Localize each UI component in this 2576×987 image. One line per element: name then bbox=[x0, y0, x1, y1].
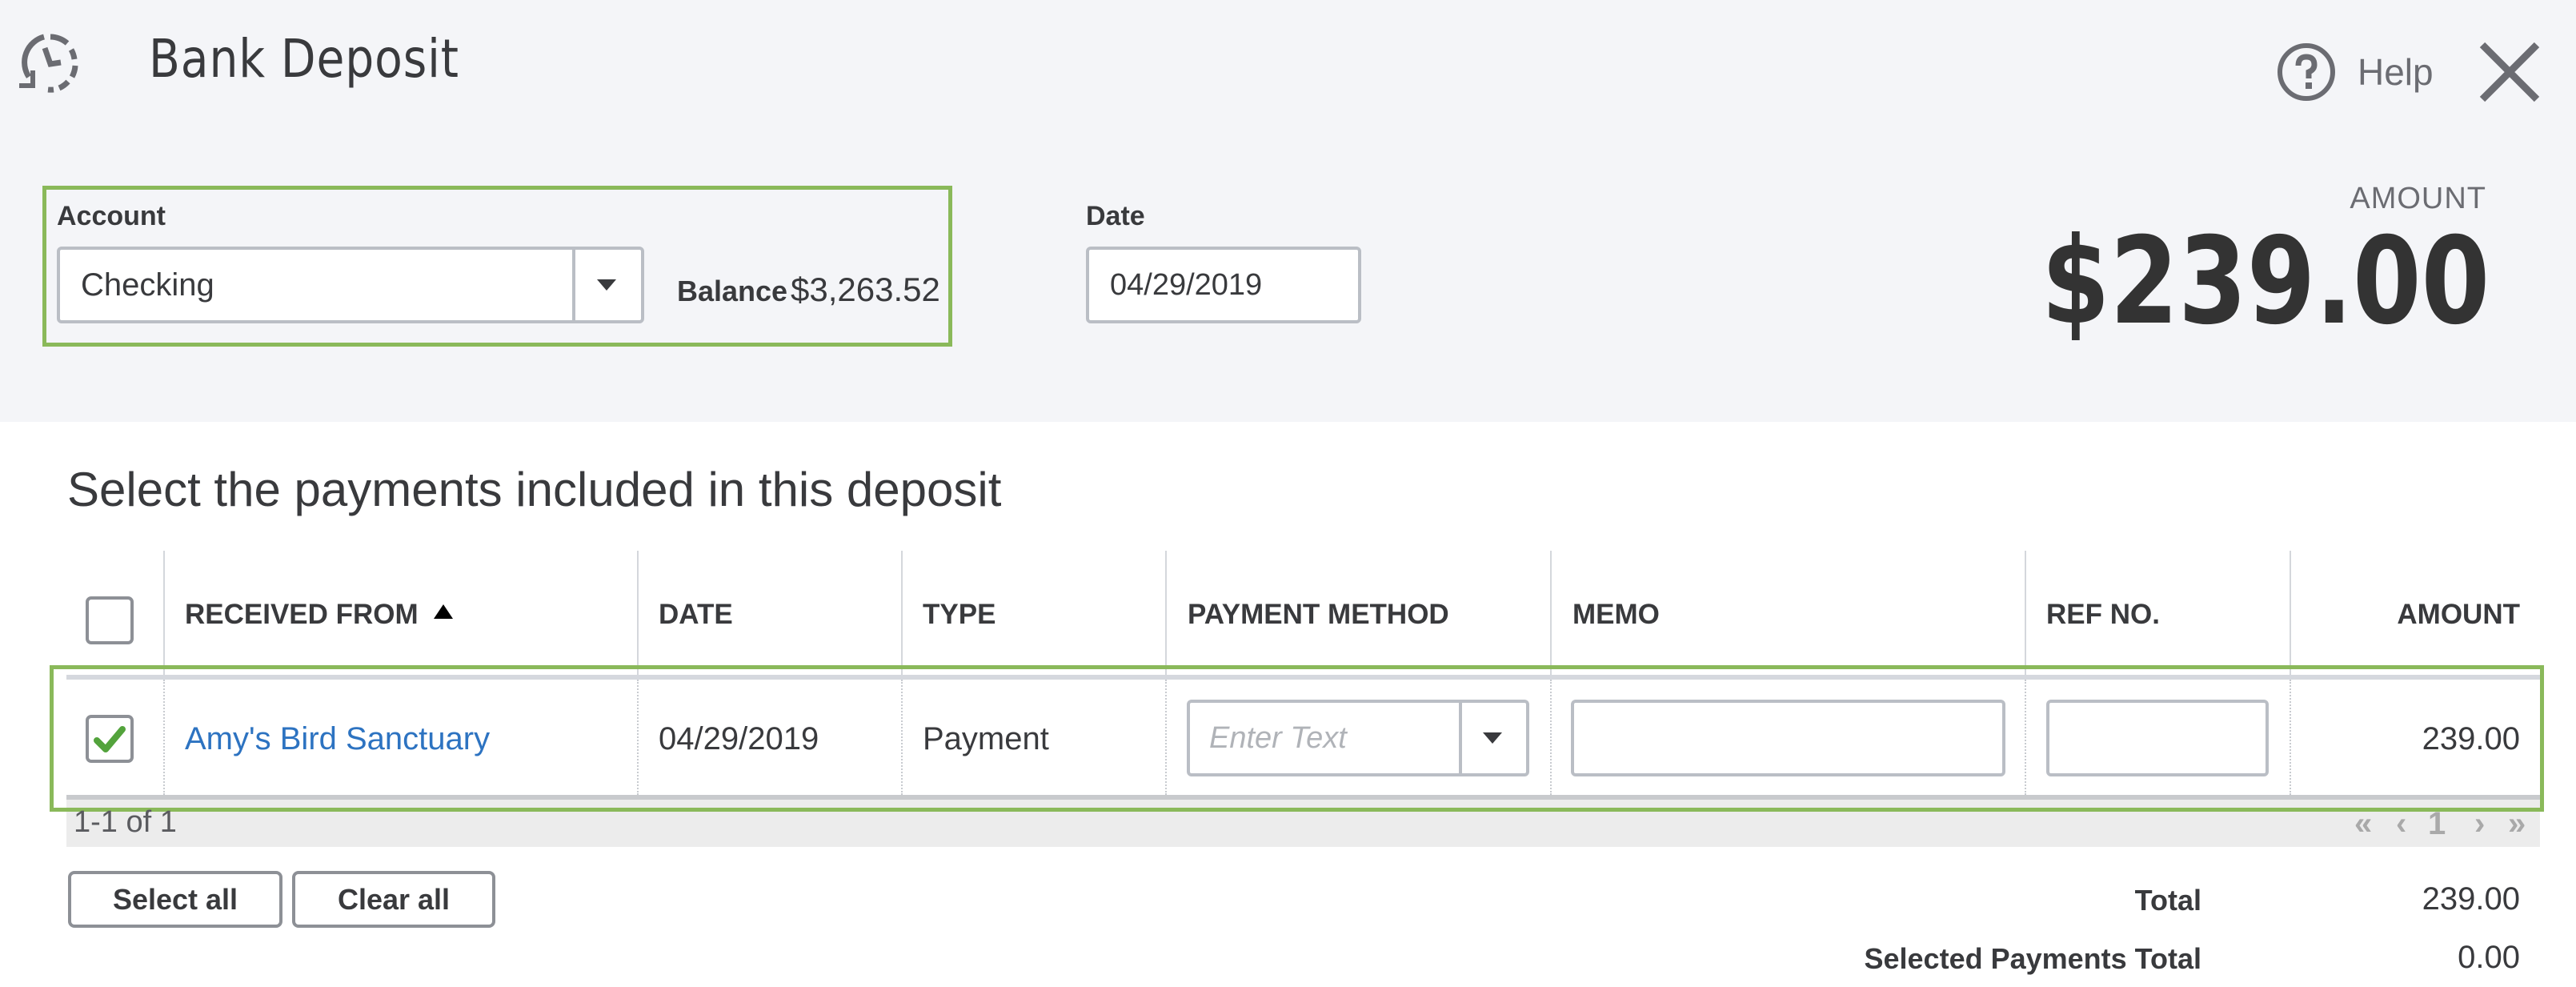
clear-all-button[interactable]: Clear all bbox=[292, 871, 495, 928]
first-page-icon[interactable]: « bbox=[2354, 804, 2372, 844]
previous-page-icon[interactable]: ‹ bbox=[2396, 804, 2406, 844]
select-all-button[interactable]: Select all bbox=[68, 871, 282, 928]
total-value: 239.00 bbox=[2422, 881, 2520, 917]
column-header-payment-method[interactable]: PAYMENT METHOD bbox=[1188, 599, 1449, 631]
account-value: Checking bbox=[81, 267, 214, 303]
help-link[interactable]: Help bbox=[2358, 51, 2434, 93]
sort-ascending-icon bbox=[434, 604, 454, 619]
column-header-received-from[interactable]: RECEIVED FROM bbox=[185, 599, 454, 631]
column-divider bbox=[1550, 551, 1552, 679]
column-divider bbox=[1165, 551, 1167, 679]
amount-label: AMOUNT bbox=[2350, 182, 2486, 215]
column-header-label: RECEIVED FROM bbox=[185, 599, 419, 630]
current-page[interactable]: 1 bbox=[2428, 804, 2446, 844]
column-header-memo[interactable]: MEMO bbox=[1572, 599, 1660, 631]
balance-value: $3,263.52 bbox=[791, 271, 940, 308]
column-header-date[interactable]: DATE bbox=[659, 599, 733, 631]
column-header-type[interactable]: TYPE bbox=[923, 599, 996, 631]
column-divider bbox=[2290, 551, 2291, 679]
date-field[interactable]: 04/29/2019 bbox=[1086, 247, 1361, 323]
history-clock-icon[interactable] bbox=[18, 32, 80, 94]
column-divider bbox=[2025, 551, 2026, 679]
section-heading: Select the payments included in this dep… bbox=[67, 463, 1002, 516]
column-header-ref-no[interactable]: REF NO. bbox=[2046, 599, 2160, 631]
total-label: Total bbox=[2134, 884, 2201, 917]
question-circle-icon[interactable] bbox=[2277, 42, 2336, 102]
close-x-icon[interactable] bbox=[2479, 42, 2540, 102]
row-highlight-box bbox=[50, 665, 2544, 812]
column-header-amount[interactable]: AMOUNT bbox=[2397, 599, 2520, 631]
balance-label: Balance bbox=[677, 275, 788, 307]
select-divider bbox=[572, 250, 575, 320]
page-title: Bank Deposit bbox=[149, 28, 459, 90]
column-divider bbox=[163, 551, 165, 679]
date-label: Date bbox=[1086, 201, 1145, 231]
next-page-icon[interactable]: › bbox=[2474, 804, 2485, 844]
account-label: Account bbox=[57, 201, 166, 231]
pagination-summary: 1-1 of 1 bbox=[74, 805, 177, 839]
column-divider bbox=[637, 551, 639, 679]
date-value: 04/29/2019 bbox=[1110, 268, 1263, 302]
selected-payments-total-label: Selected Payments Total bbox=[1864, 942, 2202, 975]
last-page-icon[interactable]: » bbox=[2508, 804, 2526, 844]
amount-total: $239.00 bbox=[2041, 212, 2490, 351]
account-select[interactable]: Checking bbox=[57, 247, 644, 323]
column-divider bbox=[901, 551, 903, 679]
select-all-checkbox[interactable] bbox=[86, 596, 134, 644]
selected-payments-total-value: 0.00 bbox=[2458, 940, 2520, 975]
chevron-down-icon[interactable] bbox=[597, 279, 616, 291]
